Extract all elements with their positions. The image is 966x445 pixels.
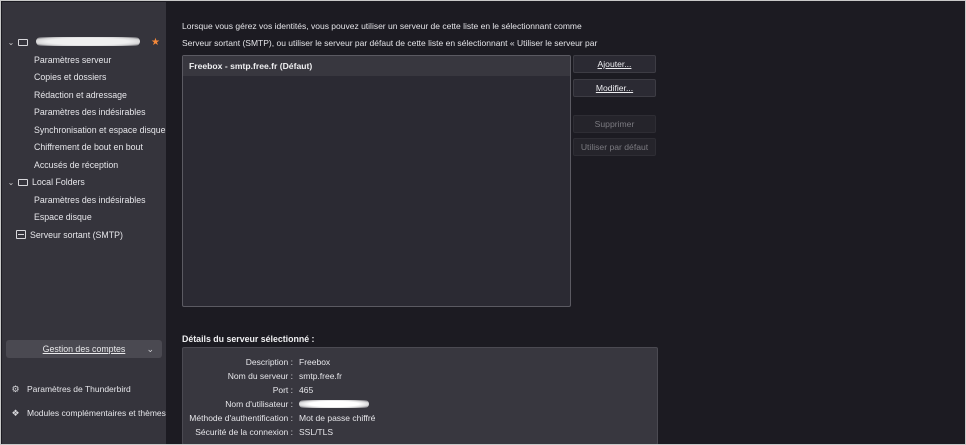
sidebar-item-local-disk[interactable]: Espace disque xyxy=(2,209,166,227)
sidebar-item-copies-folders[interactable]: Copies et dossiers xyxy=(2,69,166,87)
sidebar-item-label: Synchronisation et espace disque xyxy=(34,124,166,135)
sidebar-item-label: Copies et dossiers xyxy=(34,72,107,82)
window: ⌄ ★ Paramètres serveur Copies et dossier… xyxy=(0,0,966,445)
gear-icon: ⚙ xyxy=(11,384,20,394)
detail-key: Nom d'utilisateur : xyxy=(225,399,293,409)
account-sidebar: ⌄ ★ Paramètres serveur Copies et dossier… xyxy=(2,2,166,444)
delete-server-label: Supprimer xyxy=(594,119,635,129)
smtp-server-list[interactable]: Freebox - smtp.free.fr (Défaut) xyxy=(182,55,571,307)
sidebar-item-junk-settings[interactable]: Paramètres des indésirables xyxy=(2,104,166,122)
folder-icon xyxy=(18,179,28,186)
detail-value: smtp.free.fr xyxy=(299,371,342,381)
detail-value: SSL/TLS xyxy=(299,427,334,437)
detail-row-username: Nom d'utilisateur : xyxy=(183,397,659,411)
sidebar-item-label: Rédaction et adressage xyxy=(34,89,127,100)
detail-row-port: Port : 465 xyxy=(183,383,659,397)
sidebar-item-sync-disk[interactable]: Synchronisation et espace disque xyxy=(2,122,166,140)
account-actions-label: Gestion des comptes xyxy=(42,344,126,354)
puzzle-icon: ❖ xyxy=(11,408,20,418)
sidebar-item-label: Paramètres des indésirables xyxy=(34,194,146,205)
set-default-label: Utiliser par défaut xyxy=(580,142,649,152)
account-row[interactable]: ⌄ ★ xyxy=(2,34,166,52)
account-tree: ⌄ ★ Paramètres serveur Copies et dossier… xyxy=(2,2,166,244)
add-server-button[interactable]: Ajouter... xyxy=(573,55,656,73)
account-name-redacted xyxy=(36,37,140,46)
details-title: Détails du serveur sélectionné : xyxy=(182,334,315,344)
sidebar-item-label: Serveur sortant (SMTP) xyxy=(30,229,123,240)
sidebar-item-composition[interactable]: Rédaction et adressage xyxy=(2,87,166,105)
addons-themes-label: Modules complémentaires et thèmes xyxy=(27,408,166,418)
detail-key: Description : xyxy=(245,357,293,367)
detail-key: Port : xyxy=(272,385,293,395)
sidebar-item-label: Paramètres des indésirables xyxy=(34,107,146,117)
detail-key: Méthode d'authentification : xyxy=(189,413,293,423)
thunderbird-settings-label: Paramètres de Thunderbird xyxy=(27,384,131,394)
edit-server-button[interactable]: Modifier... xyxy=(573,79,656,97)
account-actions-button[interactable]: Gestion des comptes ⌄ xyxy=(6,340,162,358)
set-default-button[interactable]: Utiliser par défaut xyxy=(573,138,656,156)
local-folders-label: Local Folders xyxy=(32,177,85,187)
mail-icon xyxy=(18,39,28,46)
sidebar-item-e2e-encryption[interactable]: Chiffrement de bout en bout xyxy=(2,139,166,157)
detail-value-redacted xyxy=(299,397,369,411)
detail-key: Sécurité de la connexion : xyxy=(195,427,293,437)
chevron-down-icon: ⌄ xyxy=(146,344,154,354)
edit-server-label: Modifier... xyxy=(595,83,634,93)
sidebar-item-label: Espace disque xyxy=(34,212,92,222)
detail-row-description: Description : Freebox xyxy=(183,355,659,369)
chevron-down-icon[interactable]: ⌄ xyxy=(6,34,16,52)
sidebar-item-server-settings[interactable]: Paramètres serveur xyxy=(2,52,166,70)
delete-server-button[interactable]: Supprimer xyxy=(573,115,656,133)
smtp-settings-panel: Lorsque vous gérez vos identités, vous p… xyxy=(167,2,965,444)
sidebar-item-outgoing-server[interactable]: Serveur sortant (SMTP) xyxy=(2,227,166,245)
detail-row-server-name: Nom du serveur : smtp.free.fr xyxy=(183,369,659,383)
sidebar-item-local-junk[interactable]: Paramètres des indésirables xyxy=(2,192,166,210)
local-folders-row[interactable]: ⌄ Local Folders xyxy=(2,174,166,192)
detail-value: 465 xyxy=(299,385,314,395)
addons-themes-link[interactable]: ❖ Modules complémentaires et thèmes xyxy=(10,406,166,420)
detail-value: Mot de passe chiffré xyxy=(299,413,376,423)
add-server-label: Ajouter... xyxy=(597,59,632,69)
chevron-down-icon[interactable]: ⌄ xyxy=(6,174,16,192)
detail-value: Freebox xyxy=(299,357,331,367)
smtp-server-item[interactable]: Freebox - smtp.free.fr (Défaut) xyxy=(183,56,570,76)
server-icon xyxy=(16,229,26,239)
detail-key: Nom du serveur : xyxy=(227,371,293,381)
sidebar-item-label: Paramètres serveur xyxy=(34,54,112,65)
username-redacted xyxy=(299,400,369,408)
server-details-box: Description : Freebox Nom du serveur : s… xyxy=(182,347,659,444)
sidebar-item-label: Accusés de réception xyxy=(34,159,119,170)
sidebar-item-label: Chiffrement de bout en bout xyxy=(34,142,143,152)
thunderbird-settings-link[interactable]: ⚙ Paramètres de Thunderbird xyxy=(10,382,131,396)
detail-row-auth-method: Méthode d'authentification : Mot de pass… xyxy=(183,411,659,425)
sidebar-item-receipts[interactable]: Accusés de réception xyxy=(2,157,166,175)
star-icon: ★ xyxy=(151,37,160,48)
detail-row-security: Sécurité de la connexion : SSL/TLS xyxy=(183,425,659,439)
